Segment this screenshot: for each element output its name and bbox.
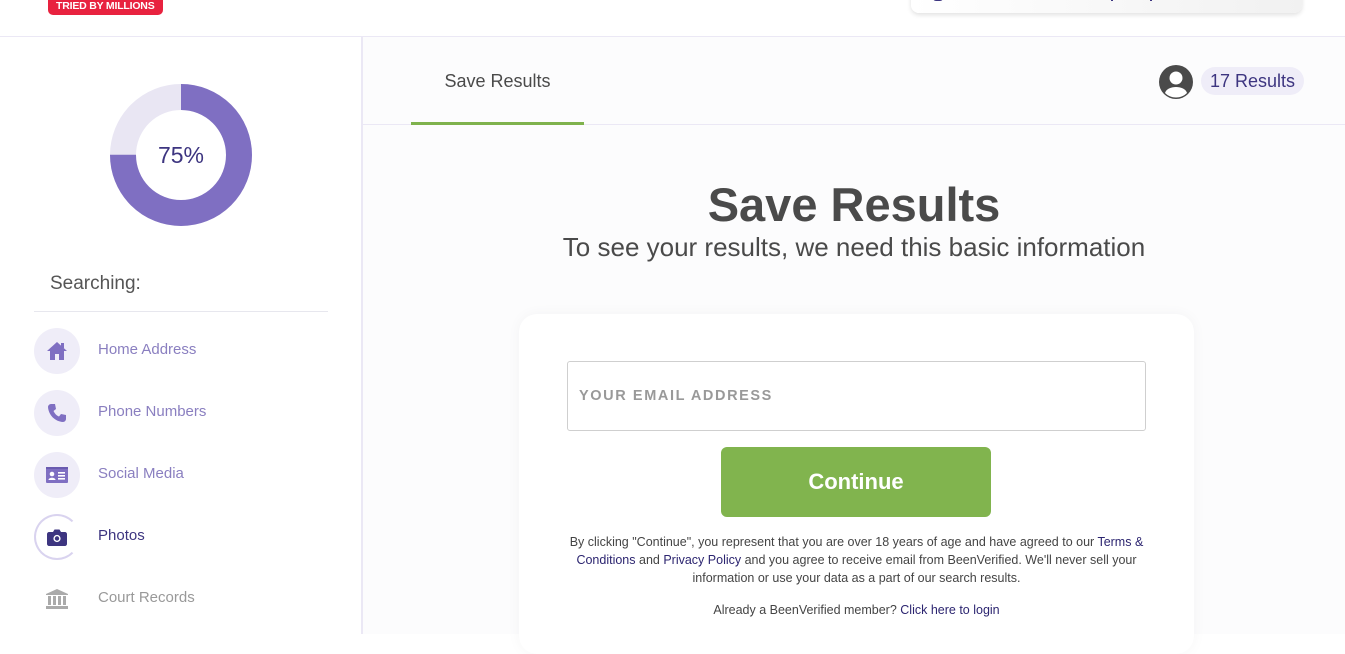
user-avatar-icon[interactable] <box>1158 64 1194 100</box>
tab-save-results[interactable]: Save Results <box>411 37 584 125</box>
login-link[interactable]: Click here to login <box>900 603 999 617</box>
privacy-policy-link[interactable]: Privacy Policy <box>663 553 741 567</box>
top-bar: TRIED BY MILLIONS <box>0 0 1345 37</box>
continue-button[interactable]: Continue <box>721 447 991 517</box>
sidebar-item-social-media: Social Media <box>34 452 334 498</box>
progress-percent: 75% <box>157 142 205 168</box>
tried-by-millions-badge: TRIED BY MILLIONS <box>48 0 163 15</box>
sidebar-item-label: Phone Numbers <box>98 403 207 420</box>
login-prompt-text: Already a BeenVerified member? <box>713 603 901 617</box>
sidebar-item-court-records: Court Records <box>34 576 334 622</box>
id-card-icon <box>34 452 80 498</box>
legal-text: and <box>635 553 664 567</box>
legal-text: and you agree to receive email from Been… <box>692 553 1137 585</box>
sidebar-item-label: Home Address <box>98 341 197 358</box>
sidebar-item-photos: Photos <box>34 514 334 560</box>
page-subtitle: To see your results, we need this basic … <box>562 232 1146 262</box>
sidebar-item-label: Court Records <box>98 589 195 606</box>
main-content: Save Results 17 Results Save Results To … <box>363 37 1345 654</box>
home-icon <box>34 328 80 374</box>
legal-text: By clicking "Continue", you represent th… <box>569 535 1098 549</box>
loading-spinner <box>34 514 80 560</box>
tab-bar: Save Results 17 Results <box>363 37 1345 125</box>
sidebar-item-phone-numbers: Phone Numbers <box>34 390 334 436</box>
searching-heading: Searching: <box>50 273 141 294</box>
divider <box>34 311 328 312</box>
login-prompt: Already a BeenVerified member? Click her… <box>519 603 1194 617</box>
avatar-icon <box>933 0 943 1</box>
text-fragment <box>1150 0 1152 1</box>
save-results-form-card: Continue By clicking "Continue", you rep… <box>519 314 1194 654</box>
phone-icon <box>34 390 80 436</box>
camera-icon <box>47 529 67 546</box>
email-input[interactable] <box>567 361 1146 431</box>
sidebar-item-label: Social Media <box>98 465 184 482</box>
results-count-badge[interactable]: 17 Results <box>1201 67 1305 95</box>
sidebar-item-home-address: Home Address <box>34 328 334 374</box>
legal-disclaimer: By clicking "Continue", you represent th… <box>559 533 1154 587</box>
sidebar-item-label: Photos <box>98 527 145 544</box>
search-summary-bar[interactable] <box>911 0 1302 13</box>
courthouse-icon <box>34 576 80 622</box>
text-fragment <box>1111 0 1113 1</box>
page-title: Save Results <box>707 178 1001 231</box>
progress-sidebar: 75% Searching: Home Address Phone Number… <box>0 37 363 634</box>
